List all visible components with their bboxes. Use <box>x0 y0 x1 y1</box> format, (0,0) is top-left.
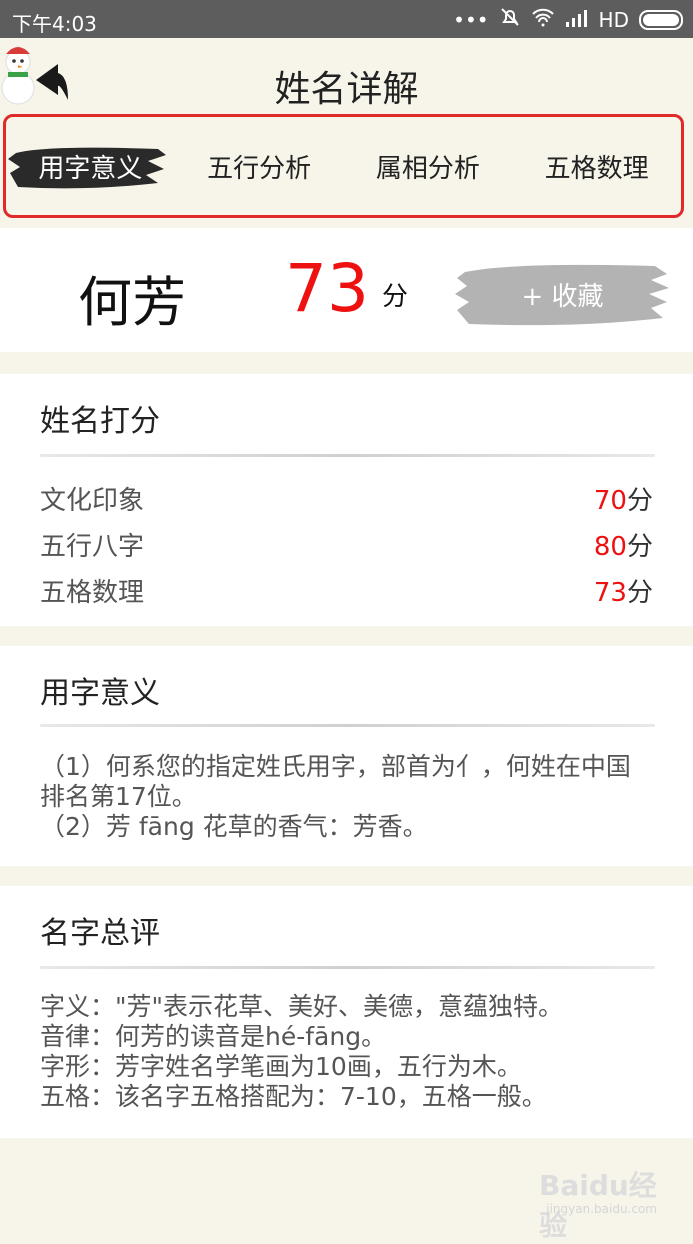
baidu-watermark: Baidu经验 jingyan.baidu.com <box>539 1160 659 1242</box>
text-line: 音律：何芳的读音是hé-fāng。 <box>40 1022 387 1051</box>
signal-icon <box>565 8 589 32</box>
tab-label: 用字意义 <box>38 153 143 184</box>
text-line: 字形：芳字姓名学笔画为10画，五行为木。 <box>40 1052 522 1081</box>
divider <box>40 454 655 457</box>
score-card: 姓名打分 文化印象 70分 五行八字 80分 五格数理 73分 <box>0 374 693 626</box>
score-row: 五行八字 80分 <box>40 526 653 566</box>
score-value: 73分 <box>593 578 653 608</box>
card-title: 姓名打分 <box>40 404 160 439</box>
score-label: 文化印象 <box>40 486 145 516</box>
favorite-label: + 收藏 <box>521 282 604 312</box>
score-row: 五格数理 73分 <box>40 572 653 612</box>
review-card: 名字总评 字义："芳"表示花草、美好、美德，意蕴独特。 音律：何芳的读音是hé-… <box>0 886 693 1138</box>
total-score: 73 <box>285 250 369 327</box>
score-row: 文化印象 70分 <box>40 480 653 520</box>
score-label: 五格数理 <box>40 578 145 608</box>
tab-five-grids[interactable]: 五格数理 <box>512 117 681 215</box>
more-dots-icon: ••• <box>453 7 489 32</box>
tab-label: 五行分析 <box>207 153 312 184</box>
status-time: 下午4:03 <box>12 12 97 36</box>
score-value: 70分 <box>593 486 653 516</box>
tab-meaning[interactable]: 用字意义 <box>6 117 175 215</box>
divider <box>40 724 655 727</box>
score-value: 80分 <box>593 532 653 562</box>
divider <box>40 966 655 969</box>
tab-label: 五格数理 <box>544 153 649 184</box>
favorite-button[interactable]: + 收藏 <box>455 258 670 330</box>
wifi-icon <box>531 7 555 32</box>
text-line: （1）何系您的指定姓氏用字，部首为亻，何姓在中国排名第17位。 <box>40 752 631 811</box>
network-type: HD <box>598 7 629 32</box>
status-icons: ••• HD <box>453 6 683 33</box>
tab-zodiac[interactable]: 属相分析 <box>344 117 513 215</box>
card-title: 用字意义 <box>40 676 160 711</box>
meaning-card: 用字意义 （1）何系您的指定姓氏用字，部首为亻，何姓在中国排名第17位。 （2）… <box>0 646 693 866</box>
score-label: 五行八字 <box>40 532 145 562</box>
text-line: 五格：该名字五格搭配为：7-10，五格一般。 <box>40 1082 547 1111</box>
status-bar: 下午4:03 ••• HD <box>0 0 693 38</box>
text-line: （2）芳 fāng 花草的香气：芳香。 <box>40 812 428 841</box>
name-score-panel: 何芳 73 分 + 收藏 <box>0 228 693 352</box>
score-unit: 分 <box>382 282 409 312</box>
card-title: 名字总评 <box>40 916 160 951</box>
page-title: 姓名详解 <box>274 69 419 110</box>
battery-icon <box>639 9 683 30</box>
text-line: 字义："芳"表示花草、美好、美德，意蕴独特。 <box>40 992 563 1021</box>
tab-label: 属相分析 <box>375 153 480 184</box>
tab-bar: 用字意义 五行分析 属相分析 五格数理 <box>3 114 684 218</box>
name-text: 何芳 <box>78 271 186 334</box>
header: 姓名详解 <box>0 38 693 110</box>
tab-five-elements[interactable]: 五行分析 <box>175 117 344 215</box>
mute-icon <box>499 6 521 33</box>
watermark-sub: jingyan.baidu.com <box>546 1202 657 1216</box>
meaning-text: （1）何系您的指定姓氏用字，部首为亻，何姓在中国排名第17位。 （2）芳 fān… <box>40 752 653 842</box>
review-text: 字义："芳"表示花草、美好、美德，意蕴独特。 音律：何芳的读音是hé-fāng。… <box>40 992 653 1112</box>
